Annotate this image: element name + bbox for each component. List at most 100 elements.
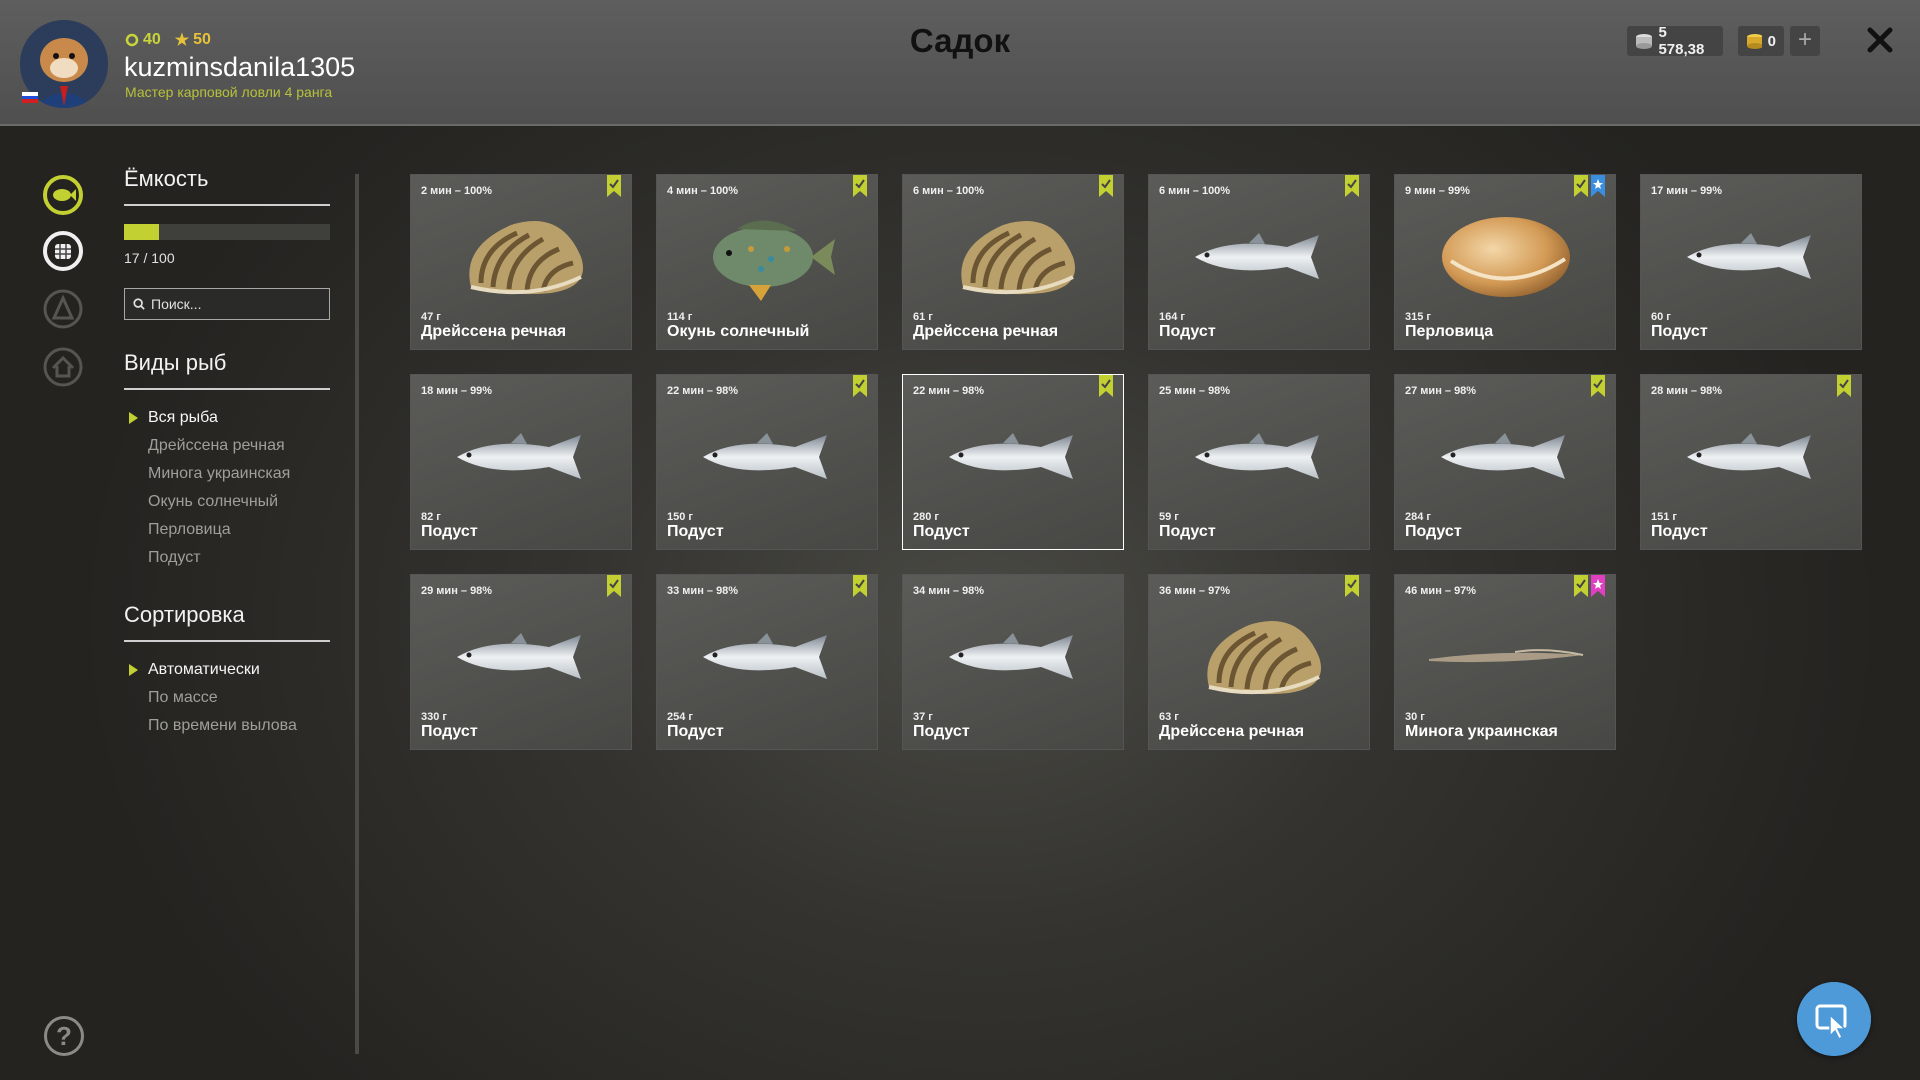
- catch-card[interactable]: 9 мин – 99% 315 г Перловица: [1394, 174, 1616, 350]
- catch-weight: 63 г: [1159, 711, 1179, 723]
- catch-card[interactable]: 34 мин – 98% 37 г Подуст: [902, 574, 1124, 750]
- catch-name: Подуст: [421, 523, 478, 540]
- catch-card[interactable]: 6 мин – 100% 61 г Дрейссена речная: [902, 174, 1124, 350]
- silver-balance[interactable]: 5 578,38: [1627, 24, 1723, 58]
- fish-image: [1169, 397, 1351, 515]
- sort-option[interactable]: По времени вылова: [124, 712, 330, 740]
- catch-card[interactable]: 33 мин – 98% 254 г Подуст: [656, 574, 878, 750]
- catch-card[interactable]: 6 мин – 100% 164 г Подуст: [1148, 174, 1370, 350]
- catch-time: 18 мин – 99%: [421, 385, 493, 397]
- catch-card[interactable]: 46 мин – 97% 30 г Минога украинская: [1394, 574, 1616, 750]
- green-bookmark-icon[interactable]: [1345, 575, 1359, 597]
- home-icon[interactable]: [42, 346, 84, 388]
- pink-bookmark-icon[interactable]: [1591, 575, 1605, 597]
- badge-group: [1591, 375, 1605, 397]
- green-bookmark-icon[interactable]: [1345, 175, 1359, 197]
- species-option[interactable]: Перловица: [124, 516, 330, 544]
- catch-time: 28 мин – 98%: [1651, 385, 1723, 397]
- catch-card[interactable]: 4 мин – 100% 114 г Окунь солнечный: [656, 174, 878, 350]
- fish-image: [431, 397, 613, 515]
- sort-option[interactable]: Автоматически: [124, 656, 330, 684]
- silver-coins-icon: [1636, 34, 1652, 49]
- catch-time: 36 мин – 97%: [1159, 585, 1231, 597]
- species-option[interactable]: Подуст: [124, 544, 330, 572]
- catch-card[interactable]: 25 мин – 98% 59 г Подуст: [1148, 374, 1370, 550]
- catch-name: Дрейссена речная: [913, 323, 1059, 340]
- catch-name: Подуст: [667, 723, 724, 740]
- catch-card[interactable]: 28 мин – 98% 151 г Подуст: [1640, 374, 1862, 550]
- catch-weight: 37 г: [913, 711, 933, 723]
- catch-card[interactable]: 36 мин – 97% 63 г Дрейссена речная: [1148, 574, 1370, 750]
- badge-group: [607, 175, 621, 197]
- species-heading: Виды рыб: [124, 350, 330, 390]
- catch-weight: 47 г: [421, 311, 441, 323]
- badge-group: [1345, 175, 1359, 197]
- gold-balance[interactable]: 0: [1738, 26, 1784, 56]
- catch-time: 46 мин – 97%: [1405, 585, 1477, 597]
- species-option[interactable]: Дрейссена речная: [124, 432, 330, 460]
- help-icon[interactable]: ?: [44, 1016, 84, 1056]
- green-bookmark-icon[interactable]: [1837, 375, 1851, 397]
- species-option[interactable]: Вся рыба: [124, 404, 330, 432]
- catch-card[interactable]: 22 мин – 98% 150 г Подуст: [656, 374, 878, 550]
- species-list: Вся рыба Дрейссена речная Минога украинска…: [124, 404, 330, 572]
- green-bookmark-icon[interactable]: [1574, 575, 1588, 597]
- species-option[interactable]: Окунь солнечный: [124, 488, 330, 516]
- catch-time: 6 мин – 100%: [1159, 185, 1231, 197]
- sort-option[interactable]: По массе: [124, 684, 330, 712]
- catch-name: Подуст: [1405, 523, 1462, 540]
- keepnet-icon[interactable]: [42, 230, 84, 272]
- catch-card[interactable]: 27 мин – 98% 284 г Подуст: [1394, 374, 1616, 550]
- blue-bookmark-icon[interactable]: [1591, 175, 1605, 197]
- mussel-image: [923, 197, 1105, 315]
- catch-time: 6 мин – 100%: [913, 185, 985, 197]
- catch-card[interactable]: 22 мин – 98% 280 г Подуст: [902, 374, 1124, 550]
- search-icon: [133, 298, 145, 310]
- catch-name: Окунь солнечный: [667, 323, 810, 340]
- gold-coins-icon: [1747, 34, 1762, 49]
- search-box[interactable]: [124, 288, 330, 320]
- green-bookmark-icon[interactable]: [853, 575, 867, 597]
- mussel-image: [1169, 597, 1351, 715]
- catch-weight: 150 г: [667, 511, 693, 523]
- green-bookmark-icon[interactable]: [607, 575, 621, 597]
- fish-image: [677, 397, 859, 515]
- catch-name: Подуст: [421, 723, 478, 740]
- catch-weight: 60 г: [1651, 311, 1671, 323]
- species-option[interactable]: Минога украинская: [124, 460, 330, 488]
- catch-name: Подуст: [913, 723, 970, 740]
- green-bookmark-icon[interactable]: [1574, 175, 1588, 197]
- catch-weight: 114 г: [667, 311, 693, 323]
- catch-card[interactable]: 17 мин – 99% 60 г Подуст: [1640, 174, 1862, 350]
- gold-value: 0: [1767, 32, 1776, 50]
- search-input[interactable]: [151, 296, 321, 312]
- badge-group: [1574, 175, 1605, 197]
- badge-group: [853, 175, 867, 197]
- green-bookmark-icon[interactable]: [1099, 175, 1113, 197]
- catch-card[interactable]: 18 мин – 99% 82 г Подуст: [410, 374, 632, 550]
- green-bookmark-icon[interactable]: [853, 375, 867, 397]
- green-bookmark-icon[interactable]: [1099, 375, 1113, 397]
- fish-icon[interactable]: [42, 174, 84, 216]
- catch-weight: 61 г: [913, 311, 933, 323]
- green-bookmark-icon[interactable]: [853, 175, 867, 197]
- catch-card[interactable]: 2 мин – 100% 47 г Дрейссена речная: [410, 174, 632, 350]
- green-bookmark-icon[interactable]: [607, 175, 621, 197]
- catch-name: Подуст: [667, 523, 724, 540]
- capacity-text: 17 / 100: [124, 250, 175, 266]
- catch-time: 34 мин – 98%: [913, 585, 985, 597]
- sort-list: Автоматически По массе По времени вылова: [124, 656, 330, 740]
- fish-image: [431, 597, 613, 715]
- green-bookmark-icon[interactable]: [1591, 375, 1605, 397]
- boat-icon[interactable]: [42, 288, 84, 330]
- close-icon[interactable]: [1860, 20, 1900, 60]
- add-currency-button[interactable]: +: [1790, 26, 1820, 56]
- fish-image: [1661, 197, 1843, 315]
- cursor-mode-button[interactable]: [1797, 982, 1871, 1056]
- catch-weight: 59 г: [1159, 511, 1179, 523]
- badge-group: [1837, 375, 1851, 397]
- fish-image: [923, 397, 1105, 515]
- catch-time: 9 мин – 99%: [1405, 185, 1470, 197]
- catch-card[interactable]: 29 мин – 98% 330 г Подуст: [410, 574, 632, 750]
- catch-time: 17 мин – 99%: [1651, 185, 1723, 197]
